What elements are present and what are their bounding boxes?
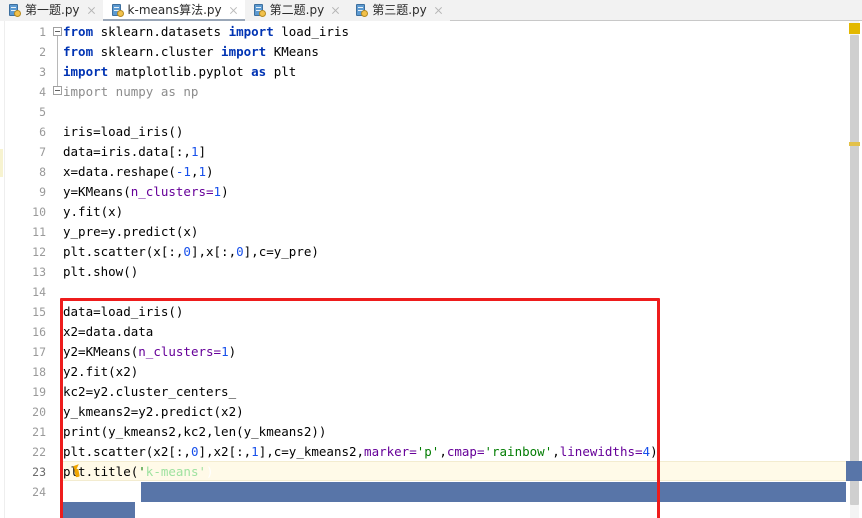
error-stripe-selection-mark xyxy=(846,461,862,481)
tab-label: 第一题.py xyxy=(25,3,80,17)
close-icon[interactable] xyxy=(330,5,341,16)
pycharm-window: 第一题.py k-means算法.py 第二题.py 第三题.py 1 2 3 … xyxy=(0,0,862,518)
code-line[interactable]: y.fit(x) xyxy=(63,202,123,222)
line-number: 18 xyxy=(32,365,46,379)
code-text-area[interactable]: from sklearn.datasets import load_iris f… xyxy=(63,21,862,518)
fold-marker-icon[interactable] xyxy=(53,27,62,36)
python-file-icon xyxy=(355,4,369,17)
python-file-icon xyxy=(253,4,266,17)
editor-tab-bar: 第一题.py k-means算法.py 第二题.py 第三题.py xyxy=(0,0,862,21)
code-line[interactable]: plt.title('k-means') xyxy=(63,462,214,482)
selection-highlight xyxy=(141,482,862,502)
code-line[interactable]: plt.show() xyxy=(63,262,138,282)
tab-dierti[interactable]: 第二题.py xyxy=(244,0,348,21)
code-line[interactable]: plt.show() xyxy=(63,482,138,502)
tab-label: 第三题.py xyxy=(372,3,427,17)
python-file-icon xyxy=(8,4,21,17)
code-line[interactable]: kc2=y2.cluster_centers_ xyxy=(63,382,236,402)
line-number: 15 xyxy=(32,305,46,319)
line-number: 7 xyxy=(39,145,46,159)
code-line[interactable]: y_pre=y.predict(x) xyxy=(63,222,198,242)
code-line[interactable]: data=load_iris() xyxy=(63,302,183,322)
code-line[interactable]: y_kmeans2=y2.predict(x2) xyxy=(63,402,244,422)
error-stripe-warning-mark[interactable] xyxy=(849,142,860,146)
line-number: 22 xyxy=(32,445,46,459)
line-number: 14 xyxy=(32,285,46,299)
code-line[interactable]: from sklearn.cluster import KMeans xyxy=(63,42,319,62)
close-icon[interactable] xyxy=(228,5,239,16)
code-line[interactable]: y2.fit(x2) xyxy=(63,362,138,382)
code-line[interactable] xyxy=(63,282,71,302)
line-number: 8 xyxy=(39,165,46,179)
line-number: 21 xyxy=(32,425,46,439)
line-number: 6 xyxy=(39,125,46,139)
python-file-icon xyxy=(111,4,124,17)
code-line[interactable]: import matplotlib.pyplot as plt xyxy=(63,62,296,82)
code-line[interactable]: from sklearn.datasets import load_iris xyxy=(63,22,349,42)
code-line[interactable]: print(y_kmeans2,kc2,len(y_kmeans2)) xyxy=(63,422,326,442)
fold-region-line xyxy=(57,36,58,86)
code-line[interactable]: data=iris.data[:,1] xyxy=(63,142,206,162)
mouse-cursor-icon xyxy=(73,464,85,478)
modified-lines-marker xyxy=(0,149,3,177)
code-folding-gutter[interactable] xyxy=(53,21,63,518)
line-number: 16 xyxy=(32,325,46,339)
code-line[interactable] xyxy=(63,102,71,122)
tab-label: 第二题.py xyxy=(269,3,325,17)
code-line-unused-import[interactable]: import numpy as np xyxy=(63,82,198,102)
line-number-gutter: 1 2 3 4 5 6 7 8 9 10 11 12 13 14 15 16 1… xyxy=(5,21,53,518)
line-number: 5 xyxy=(39,105,46,119)
code-line[interactable]: y2=KMeans(n_clusters=1) xyxy=(63,342,236,362)
scrollbar-thumb[interactable] xyxy=(850,35,859,505)
line-number: 10 xyxy=(32,205,46,219)
tab-diyiti[interactable]: 第一题.py xyxy=(0,0,103,21)
tab-label: k-means算法.py xyxy=(127,3,222,17)
line-number: 20 xyxy=(32,405,46,419)
line-number: 1 xyxy=(39,25,46,39)
line-number: 9 xyxy=(39,185,46,199)
error-stripe-status-icon[interactable] xyxy=(849,23,860,34)
line-number: 19 xyxy=(32,385,46,399)
line-number: 3 xyxy=(39,65,46,79)
code-line[interactable]: x=data.reshape(-1,1) xyxy=(63,162,214,182)
line-number: 4 xyxy=(39,85,46,99)
close-icon[interactable] xyxy=(86,5,97,16)
code-line[interactable]: x2=data.data xyxy=(63,322,153,342)
line-number: 24 xyxy=(32,485,46,499)
code-line[interactable]: plt.scatter(x2[:,0],x2[:,1],c=y_kmeans2,… xyxy=(63,442,658,462)
line-number: 17 xyxy=(32,345,46,359)
line-number: 13 xyxy=(32,265,46,279)
selection-highlight xyxy=(63,502,135,518)
close-icon[interactable] xyxy=(433,5,444,16)
line-number: 11 xyxy=(32,225,46,239)
line-number: 23 xyxy=(32,465,46,479)
code-line[interactable]: y=KMeans(n_clusters=1) xyxy=(63,182,229,202)
code-line[interactable]: plt.scatter(x[:,0],x[:,0],c=y_pre) xyxy=(63,242,319,262)
tab-kmeans-suanfa[interactable]: k-means算法.py xyxy=(102,0,245,21)
line-number: 2 xyxy=(39,45,46,59)
fold-marker-icon[interactable] xyxy=(53,86,62,95)
vertical-scrollbar[interactable] xyxy=(846,21,862,518)
tab-disanti[interactable]: 第三题.py xyxy=(347,0,450,21)
code-line[interactable]: iris=load_iris() xyxy=(63,122,183,142)
line-number: 12 xyxy=(32,245,46,259)
code-editor[interactable]: 1 2 3 4 5 6 7 8 9 10 11 12 13 14 15 16 1… xyxy=(0,21,862,518)
